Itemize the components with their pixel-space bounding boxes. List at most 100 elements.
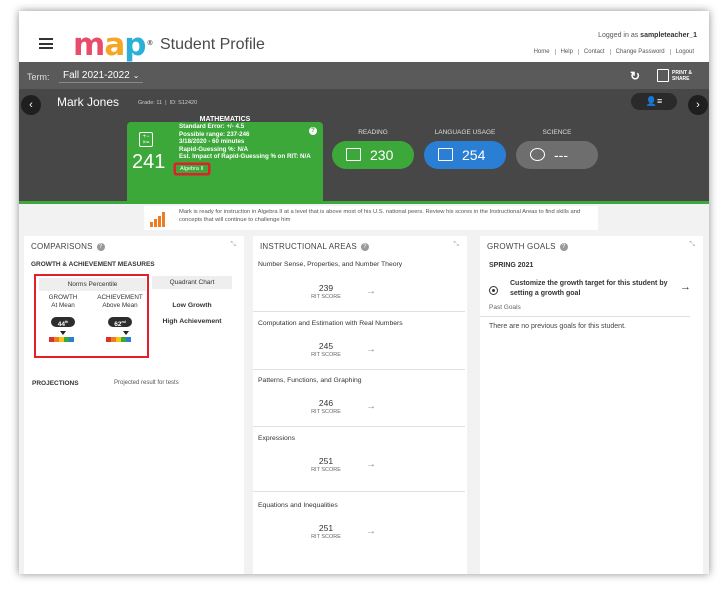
contact-link[interactable]: Contact bbox=[577, 49, 610, 55]
change-password-link[interactable]: Change Password bbox=[609, 49, 670, 55]
percentile-scale-segment bbox=[126, 337, 131, 342]
achievement-percentile-badge: 62nd bbox=[108, 317, 132, 328]
math-details: Standard Error: +/- 4.5 Possible range: … bbox=[179, 123, 311, 161]
area-title: Expressions bbox=[258, 435, 296, 442]
term-select[interactable]: Fall 2021-2022 ⌄ bbox=[59, 68, 144, 83]
growth-goals-panel: GROWTH GOALS? ⤡ SPRING 2021 Customize th… bbox=[480, 236, 703, 574]
arrow-right-icon[interactable]: → bbox=[680, 281, 691, 293]
arrow-right-icon[interactable]: → bbox=[366, 286, 376, 297]
chevron-left-icon[interactable]: ‹ bbox=[21, 95, 41, 115]
projections-heading: PROJECTIONS bbox=[32, 380, 79, 387]
arrow-right-icon[interactable]: → bbox=[366, 526, 376, 537]
atom-icon bbox=[530, 148, 545, 161]
comparisons-panel: COMPARISONS? ⤡ GROWTH & ACHIEVEMENT MEAS… bbox=[24, 236, 244, 574]
course-tag: Algebra II bbox=[175, 164, 209, 174]
app-window: map ® Student Profile Logged in as sample… bbox=[19, 11, 709, 574]
quadrant-growth: Low Growth bbox=[172, 302, 212, 309]
math-rit-score: 241 bbox=[132, 151, 166, 173]
rit-score-value: 251 bbox=[318, 456, 334, 466]
instruction-message: Mark is ready for instruction in Algebra… bbox=[179, 209, 581, 223]
set-growth-goal-link[interactable]: Customize the growth target for this stu… bbox=[510, 279, 670, 298]
achievement-percentile-scale bbox=[106, 337, 131, 342]
term-label: Term: bbox=[27, 72, 50, 82]
past-goals-label: Past Goals bbox=[489, 304, 521, 311]
arrow-right-icon[interactable]: → bbox=[366, 344, 376, 355]
projections-description: Projected result for tests bbox=[114, 380, 179, 386]
message-strip: Mark is ready for instruction in Algebra… bbox=[19, 204, 709, 234]
hamburger-icon[interactable] bbox=[39, 38, 53, 49]
quadrant-achievement: High Achievement bbox=[162, 318, 222, 325]
achievement-heading: ACHIEVEMENT Above Mean bbox=[97, 294, 143, 309]
science-score-pill[interactable]: --- bbox=[516, 141, 598, 169]
logged-in-status: Logged in as sampleteacher_1 bbox=[598, 32, 697, 39]
growth-heading: GROWTH At Mean bbox=[48, 294, 78, 309]
math-score-card[interactable]: MATHEMATICS +− ×= 241 Standard Error: +/-… bbox=[127, 116, 323, 201]
goal-season: SPRING 2021 bbox=[489, 262, 534, 269]
chevron-right-icon[interactable]: › bbox=[688, 95, 708, 115]
language-usage-score-pill[interactable]: 254 bbox=[424, 141, 506, 169]
page-title: Student Profile bbox=[160, 36, 265, 53]
student-name: Mark Jones bbox=[57, 95, 120, 109]
logout-link[interactable]: Logout bbox=[669, 49, 699, 55]
achievement-marker bbox=[123, 331, 129, 335]
expand-icon[interactable]: ⤡ bbox=[453, 241, 459, 249]
term-bar: Term: Fall 2021-2022 ⌄ ↻ PRINT & SHARE bbox=[19, 62, 709, 89]
language-usage-label: LANGUAGE USAGE bbox=[434, 129, 496, 136]
divider bbox=[480, 316, 690, 317]
growth-marker bbox=[60, 331, 66, 335]
map-logo: map ® bbox=[73, 27, 154, 63]
arrow-right-icon[interactable]: → bbox=[366, 401, 376, 412]
calculator-icon: +− ×= bbox=[139, 132, 153, 147]
science-label: SCIENCE bbox=[542, 129, 572, 136]
rit-score-value: 245 bbox=[318, 341, 334, 351]
no-goals-message: There are no previous goals for this stu… bbox=[489, 323, 626, 330]
comparisons-title: COMPARISONS? bbox=[31, 242, 105, 251]
reading-score-pill[interactable]: 230 bbox=[332, 141, 414, 169]
print-icon[interactable] bbox=[657, 69, 669, 82]
tab-quadrant-chart[interactable]: Quadrant Chart bbox=[152, 276, 232, 289]
percentile-scale-segment bbox=[69, 337, 74, 342]
student-band: ‹ › Mark Jones Grade: 11 | ID: S12420 👤≡… bbox=[19, 89, 709, 201]
refresh-icon[interactable]: ↻ bbox=[630, 69, 640, 83]
area-title: Number Sense, Properties, and Number The… bbox=[258, 261, 403, 268]
arrow-right-icon[interactable]: → bbox=[366, 459, 376, 470]
instructional-areas-panel: INSTRUCTIONAL AREAS? ⤡ Number Sense, Pro… bbox=[253, 236, 467, 574]
expand-icon[interactable]: ⤡ bbox=[689, 241, 695, 249]
rit-score-value: 246 bbox=[318, 398, 334, 408]
print-share-button[interactable]: PRINT & SHARE bbox=[672, 70, 692, 82]
rit-score-value: 251 bbox=[318, 523, 334, 533]
student-meta: Grade: 11 | ID: S12420 bbox=[138, 100, 198, 106]
growth-percentile-badge: 44th bbox=[51, 317, 75, 328]
divider bbox=[253, 491, 465, 492]
info-icon[interactable]: ? bbox=[309, 127, 317, 135]
rit-score-value: 239 bbox=[318, 283, 334, 293]
rit-score-label: RIT SCORE bbox=[311, 534, 341, 540]
area-title: Equations and Inequalities bbox=[258, 502, 338, 509]
book-icon bbox=[346, 148, 361, 161]
math-label: MATHEMATICS bbox=[199, 116, 251, 123]
chevron-down-icon: ⌄ bbox=[132, 71, 140, 80]
top-header: map ® Student Profile Logged in as sample… bbox=[19, 11, 709, 62]
measures-heading: GROWTH & ACHIEVEMENT MEASURES bbox=[31, 261, 155, 268]
expand-icon[interactable]: ⤡ bbox=[230, 241, 236, 249]
growth-goals-title: GROWTH GOALS? bbox=[487, 242, 568, 251]
help-icon[interactable]: ? bbox=[360, 242, 369, 251]
tab-norms-percentile[interactable]: Norms Percentile bbox=[39, 278, 146, 291]
help-link[interactable]: Help bbox=[554, 49, 578, 55]
rit-score-label: RIT SCORE bbox=[311, 409, 341, 415]
divider bbox=[253, 369, 465, 370]
rit-score-label: RIT SCORE bbox=[311, 467, 341, 473]
top-links: Home Help Contact Change Password Logout bbox=[529, 49, 699, 55]
username: sampleteacher_1 bbox=[640, 32, 697, 39]
help-icon[interactable]: ? bbox=[96, 242, 105, 251]
rit-score-label: RIT SCORE bbox=[311, 294, 341, 300]
growth-percentile-scale bbox=[49, 337, 74, 342]
home-link[interactable]: Home bbox=[529, 49, 555, 55]
area-title: Computation and Estimation with Real Num… bbox=[258, 320, 403, 327]
help-icon[interactable]: ? bbox=[559, 242, 568, 251]
rit-score-label: RIT SCORE bbox=[311, 352, 341, 358]
instructional-title: INSTRUCTIONAL AREAS? bbox=[260, 242, 369, 251]
pencil-icon bbox=[438, 148, 453, 161]
student-list-button[interactable]: 👤≡ bbox=[631, 93, 677, 110]
target-icon bbox=[489, 286, 498, 295]
